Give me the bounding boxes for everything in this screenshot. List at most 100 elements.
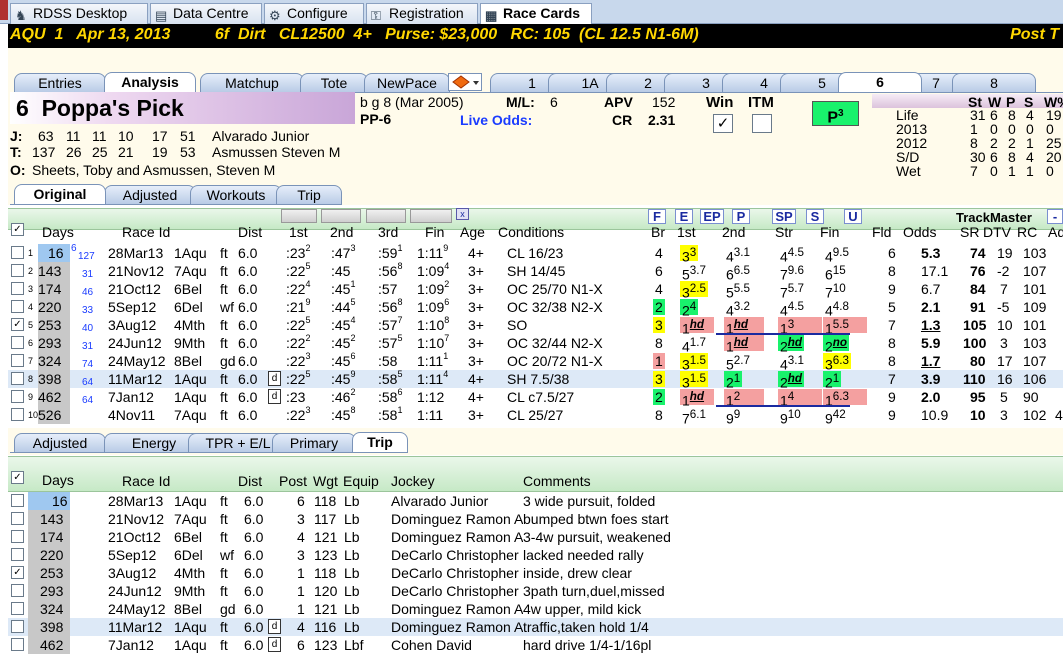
table-row[interactable]: 2 143 31 21Nov12 7Aqu ft 6.0:225:45:568 1:094 3+…	[8, 262, 1063, 283]
sort-2nd-button[interactable]	[321, 209, 361, 223]
select-all-checkbox[interactable]: ✓	[11, 223, 24, 236]
sort-1st-button[interactable]	[281, 209, 317, 223]
age: 3+	[468, 335, 484, 351]
win-checkbox[interactable]: ✓	[713, 114, 733, 133]
table-row[interactable]: 317421Oct126Belft6.04121LbDominguez Ramo…	[8, 528, 1063, 546]
subtab-original[interactable]: Original	[14, 184, 106, 204]
close-fractions-button[interactable]: x	[456, 208, 469, 220]
distance: 6.0	[244, 511, 264, 527]
lower-tab-trip[interactable]: Trip	[352, 432, 408, 452]
table-row[interactable]: 6 293 31 24Jun12 9Mth ft 6.0:222:452:575 1:107 3…	[8, 334, 1063, 355]
sort-3rd-button[interactable]	[366, 209, 406, 223]
pace-diamond-button[interactable]	[448, 73, 482, 91]
lower-tab-primary[interactable]: Primary	[272, 433, 356, 452]
dtv: 7	[1000, 281, 1008, 297]
sort-fin-button[interactable]	[410, 209, 452, 223]
table-row[interactable]: 214321Nov127Aquft6.03117LbDominguez Ramo…	[8, 510, 1063, 528]
table-row[interactable]: ✓52533Aug124Mthft6.01118LbDeCarlo Christ…	[8, 564, 1063, 582]
pace-filter-ep[interactable]: EP	[700, 209, 724, 224]
horse-tab-8[interactable]: 8	[952, 73, 1036, 92]
row-checkbox[interactable]: ✓	[11, 318, 24, 331]
row-checkbox[interactable]	[11, 408, 24, 421]
subtab-trip[interactable]: Trip	[276, 185, 342, 204]
table-row[interactable]: ✓ 5 253 40 3Aug12 4Mth ft 6.0:225:454:577 1:108 3…	[8, 316, 1063, 337]
row-checkbox[interactable]	[11, 372, 24, 385]
pace-filter-u[interactable]: U	[844, 209, 862, 224]
race-track: 1Aqu	[174, 371, 207, 387]
row-checkbox[interactable]: ✓	[11, 566, 24, 579]
tab-entries[interactable]: Entries	[14, 73, 106, 92]
table-row[interactable]: 732424May128Belgd6.01121LbDominguez Ramo…	[8, 600, 1063, 618]
trainer-name: Asmussen Steven M	[212, 144, 341, 160]
superscript: 6.5	[733, 264, 751, 277]
trackmaster-collapse-button[interactable]: -	[1047, 209, 1063, 224]
horse-tab-6[interactable]: 6	[838, 72, 922, 92]
pace-filter-e[interactable]: E	[675, 209, 693, 224]
trip-select-all-checkbox[interactable]: ✓	[11, 471, 24, 484]
lower-tab-adjusted[interactable]: Adjusted	[14, 433, 106, 452]
age: 3+	[468, 263, 484, 279]
table-row[interactable]: 42205Sep126Delwf6.03123LbDeCarlo Christo…	[8, 546, 1063, 564]
itm-checkbox[interactable]	[752, 114, 772, 133]
app-tab-configure[interactable]: ⚙ Configure	[264, 3, 364, 24]
table-row[interactable]: 94627Jan121Aquft6.0d6123LbfCohen Davidha…	[8, 636, 1063, 654]
subtab-adjusted[interactable]: Adjusted	[104, 185, 196, 204]
tab-newpace[interactable]: NewPace	[364, 73, 450, 92]
app-tab-race-cards[interactable]: ▦ Race Cards	[480, 3, 592, 25]
row-checkbox[interactable]	[11, 638, 24, 651]
row-checkbox[interactable]	[11, 494, 24, 507]
table-row[interactable]: 629324Jun129Mthft6.01120LbDeCarlo Christ…	[8, 582, 1063, 600]
tab-tote[interactable]: Tote	[300, 73, 368, 92]
row-checkbox[interactable]	[11, 282, 24, 295]
days-value: 253	[40, 565, 64, 581]
fraction-time: :45	[331, 262, 350, 280]
row-number: 4	[28, 302, 34, 312]
fraction-time: :454	[331, 316, 355, 334]
field-size: 8	[888, 335, 896, 351]
row-checkbox[interactable]	[11, 620, 24, 633]
app-tab-registration[interactable]: ⚿ Registration	[366, 3, 478, 24]
row-checkbox[interactable]	[11, 548, 24, 561]
row-checkbox[interactable]	[11, 246, 24, 259]
jockey-name: DeCarlo Christopher	[391, 583, 519, 599]
row-checkbox[interactable]	[11, 602, 24, 615]
col-age: Age	[460, 224, 485, 240]
table-row[interactable]: 8 398 64 11Mar12 1Aqu ft 6.0 d:225:459:585 1:114…	[8, 370, 1063, 391]
fraction-value: :45	[331, 263, 351, 279]
app-tab-data-centre[interactable]: ▤ Data Centre	[150, 3, 262, 24]
table-row[interactable]: 839811Mar121Aquft6.0d4116LbDominguez Ram…	[8, 618, 1063, 636]
pace-filter-sp[interactable]: SP	[772, 209, 796, 224]
row-checkbox[interactable]	[11, 264, 24, 277]
distance: 6.0	[238, 407, 258, 423]
table-row[interactable]: 10 526 4Nov11 7Aqu ft 6.0:223:458:581 1:11 3+ CL…	[8, 406, 1063, 427]
equipment: Lb	[344, 601, 360, 617]
row-checkbox[interactable]	[11, 300, 24, 313]
row-checkbox[interactable]	[11, 512, 24, 525]
record-table: StWPSW%Life31684192013100002012822125S/D…	[872, 94, 1063, 184]
row-checkbox[interactable]	[11, 336, 24, 349]
race-date: 28Mar13	[108, 245, 164, 261]
superscript: 2.7	[733, 354, 751, 367]
pace-filter-p[interactable]: P	[732, 209, 750, 224]
call-value: 7	[682, 410, 690, 427]
row-checkbox[interactable]	[11, 530, 24, 543]
table-row[interactable]: 7 324 74 24May12 8Bel gd 6.0:223:456:58 1:111 3+…	[8, 352, 1063, 373]
row-checkbox[interactable]	[11, 584, 24, 597]
days-value: 462	[38, 389, 62, 405]
row-checkbox[interactable]	[11, 390, 24, 403]
pace-filter-f[interactable]: F	[648, 209, 666, 224]
row-checkbox[interactable]	[11, 354, 24, 367]
subtab-workouts[interactable]: Workouts	[190, 185, 282, 204]
fraction-time: :568	[378, 262, 402, 280]
tab-matchup[interactable]: Matchup	[200, 73, 304, 92]
table-row[interactable]: 3 174 46 21Oct12 6Bel ft 6.0:224:451:57 1:092 3+…	[8, 280, 1063, 301]
table-row[interactable]: 4 220 33 5Sep12 6Del wf 6.0:219:445:568 1:096 3+…	[8, 298, 1063, 319]
app-tab-rdss-desktop[interactable]: ♞ RDSS Desktop	[10, 3, 148, 24]
table-row[interactable]: 11628Mar131Aquft6.06118LbAlvarado Junior…	[8, 492, 1063, 510]
table-row[interactable]: 9 462 64 7Jan12 1Aqu ft 6.0 d:23:462:586 1:12 4+ C…	[8, 388, 1063, 409]
race-date: 24May12	[108, 353, 166, 369]
tab-analysis[interactable]: Analysis	[104, 72, 196, 92]
table-row[interactable]: 1 16 6 127 28Mar13 1Aqu ft 6.0:232:473:591 1:119…	[8, 244, 1063, 265]
pace-filter-s[interactable]: S	[806, 209, 824, 224]
call-position: 99	[724, 407, 742, 427]
